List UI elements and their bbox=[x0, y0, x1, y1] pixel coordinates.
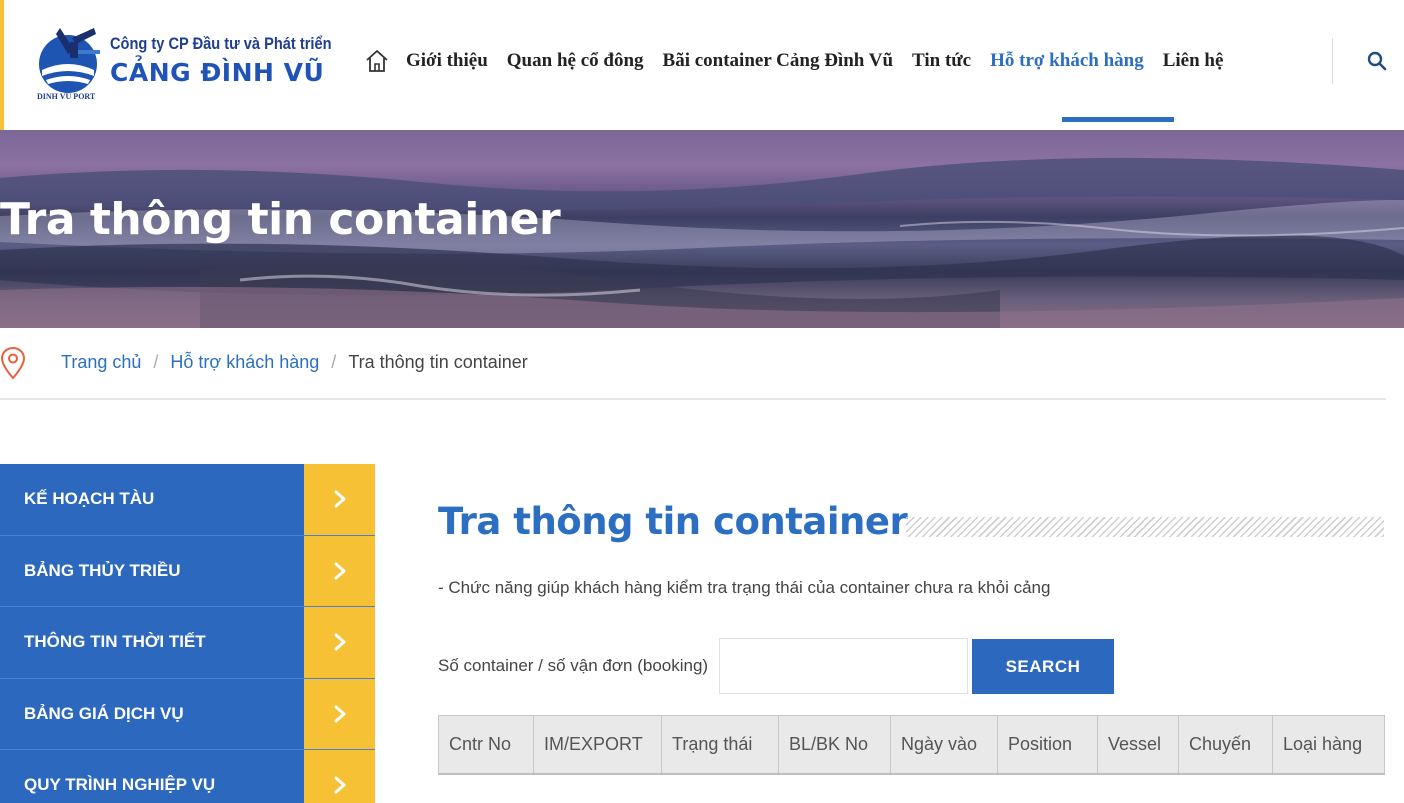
breadcrumb-separator: / bbox=[153, 352, 159, 372]
logo-company-line: Công ty CP Đầu tư và Phát triển bbox=[110, 34, 332, 53]
home-icon[interactable] bbox=[364, 48, 390, 74]
table-header-row: Cntr No IM/EXPORT Trạng thái BL/BK No Ng… bbox=[438, 715, 1385, 775]
logo-brand-name: CẢNG ĐÌNH VŨ bbox=[110, 58, 325, 87]
title-decoration bbox=[906, 517, 1384, 537]
sidebar-item-label: BẢNG THỦY TRIỀU bbox=[24, 560, 181, 580]
sidebar-item-ke-hoach-tau[interactable]: KẾ HOẠCH TÀU bbox=[0, 464, 375, 536]
nav-active-indicator bbox=[1062, 117, 1174, 122]
site-logo[interactable]: Công ty CP Đầu tư và Phát triển CẢNG ĐÌN… bbox=[34, 24, 354, 104]
column-header: Trạng thái bbox=[661, 715, 779, 775]
chevron-right-icon bbox=[304, 678, 375, 749]
search-icon[interactable] bbox=[1366, 50, 1388, 72]
page-banner: Tra thông tin container bbox=[0, 130, 1404, 328]
location-pin-icon bbox=[0, 346, 26, 380]
breadcrumb-separator: / bbox=[331, 352, 337, 372]
chevron-right-icon bbox=[304, 464, 375, 535]
sidebar-item-label: KẾ HOẠCH TÀU bbox=[24, 489, 155, 508]
sidebar-item-bang-thuy-trieu[interactable]: BẢNG THỦY TRIỀU bbox=[0, 535, 375, 607]
site-header: Công ty CP Đầu tư và Phát triển CẢNG ĐÌN… bbox=[0, 0, 1404, 130]
column-header: Position bbox=[997, 715, 1098, 775]
sidebar-item-quy-trinh-nghiep-vu[interactable]: QUY TRÌNH NGHIỆP VỤ bbox=[0, 750, 375, 803]
chevron-right-icon bbox=[304, 535, 375, 606]
logo-subtitle: DINH VU PORT bbox=[37, 92, 96, 101]
column-header: IM/EXPORT bbox=[533, 715, 662, 775]
nav-divider bbox=[1332, 38, 1333, 84]
chevron-right-icon bbox=[304, 750, 375, 803]
chevron-right-icon bbox=[304, 607, 375, 678]
sidebar-item-label: BẢNG GIÁ DỊCH VỤ bbox=[24, 703, 184, 723]
sidebar-item-label: THÔNG TIN THỜI TIẾT bbox=[24, 632, 206, 651]
container-search-input[interactable] bbox=[719, 638, 968, 694]
nav-item-gioi-thieu[interactable]: Giới thiệu bbox=[406, 50, 488, 72]
column-header: Ngày vào bbox=[890, 715, 998, 775]
breadcrumb-current: Tra thông tin container bbox=[348, 352, 528, 372]
nav-item-tin-tuc[interactable]: Tin tức bbox=[912, 50, 971, 72]
breadcrumb: Trang chủ / Hỗ trợ khách hàng / Tra thôn… bbox=[0, 344, 1386, 400]
search-button[interactable]: SEARCH bbox=[972, 639, 1114, 694]
banner-title: Tra thông tin container bbox=[0, 194, 561, 245]
main-nav: Giới thiệu Quan hệ cổ đông Bãi container… bbox=[364, 44, 1242, 78]
column-header: Cntr No bbox=[438, 715, 534, 775]
logo-emblem-icon bbox=[39, 28, 100, 93]
breadcrumb-home-link[interactable]: Trang chủ bbox=[61, 352, 141, 373]
nav-item-lien-he[interactable]: Liên hệ bbox=[1163, 50, 1224, 72]
column-header: BL/BK No bbox=[778, 715, 891, 775]
sidebar-item-thong-tin-thoi-tiet[interactable]: THÔNG TIN THỜI TIẾT bbox=[0, 607, 375, 679]
breadcrumb-support-link[interactable]: Hỗ trợ khách hàng bbox=[170, 352, 319, 373]
sidebar-item-label: QUY TRÌNH NGHIỆP VỤ bbox=[24, 775, 216, 794]
column-header: Chuyến bbox=[1178, 715, 1273, 775]
search-label: Số container / số vận đơn (booking) bbox=[438, 656, 709, 675]
page-description: - Chức năng giúp khách hàng kiểm tra trạ… bbox=[438, 578, 1051, 597]
sidebar-menu: KẾ HOẠCH TÀU BẢNG THỦY TRIỀU THÔNG TIN T… bbox=[0, 464, 375, 803]
nav-item-ho-tro-khach-hang[interactable]: Hỗ trợ khách hàng bbox=[990, 50, 1144, 72]
result-table: Cntr No IM/EXPORT Trạng thái BL/BK No Ng… bbox=[438, 715, 1385, 775]
column-header: Vessel bbox=[1097, 715, 1179, 775]
nav-item-bai-container[interactable]: Bãi container Cảng Đình Vũ bbox=[663, 50, 894, 72]
column-header: Loại hàng bbox=[1272, 715, 1385, 775]
sidebar-item-bang-gia-dich-vu[interactable]: BẢNG GIÁ DỊCH VỤ bbox=[0, 678, 375, 750]
breadcrumb-items: Trang chủ / Hỗ trợ khách hàng / Tra thôn… bbox=[61, 352, 528, 373]
header-accent-bar bbox=[0, 0, 4, 130]
page-title: Tra thông tin container bbox=[438, 500, 908, 543]
nav-item-quan-he-co-dong[interactable]: Quan hệ cổ đông bbox=[507, 50, 644, 72]
